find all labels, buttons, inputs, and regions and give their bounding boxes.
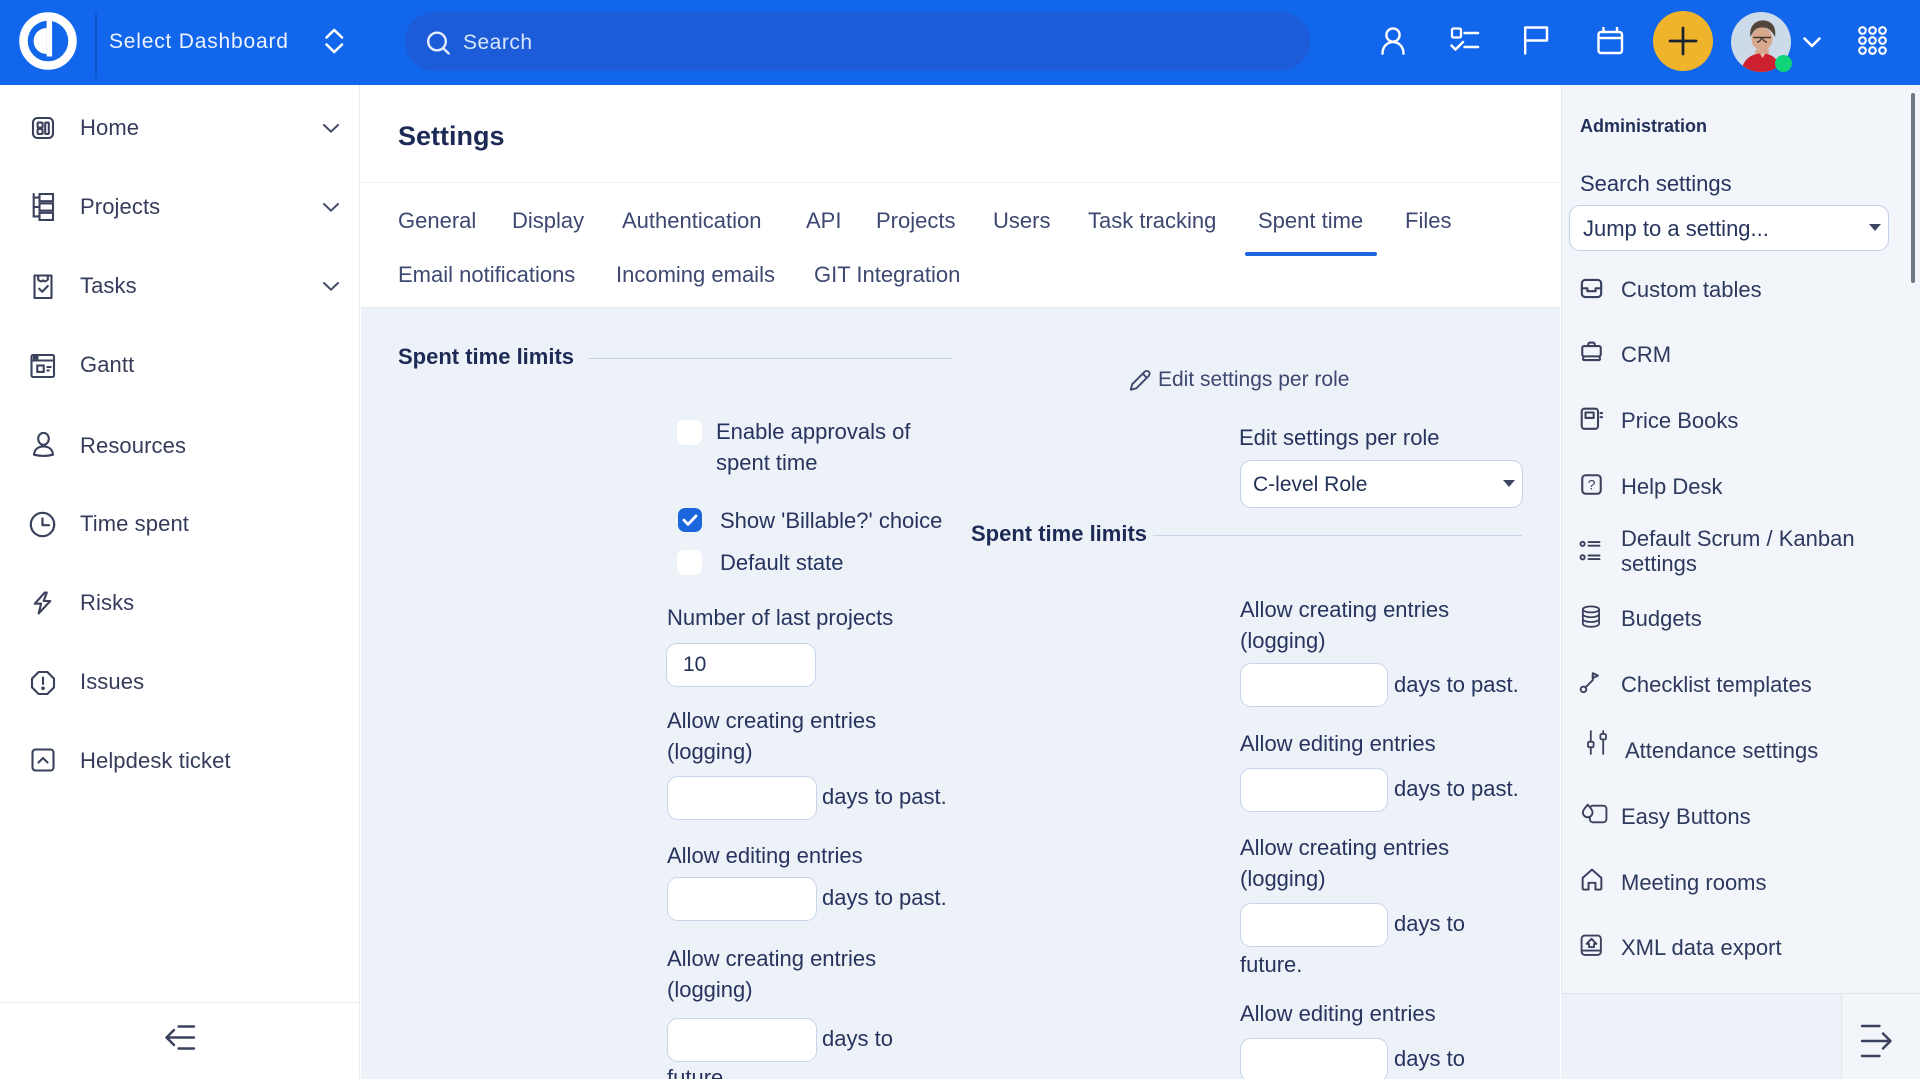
svg-text:?: ? <box>1588 476 1596 492</box>
